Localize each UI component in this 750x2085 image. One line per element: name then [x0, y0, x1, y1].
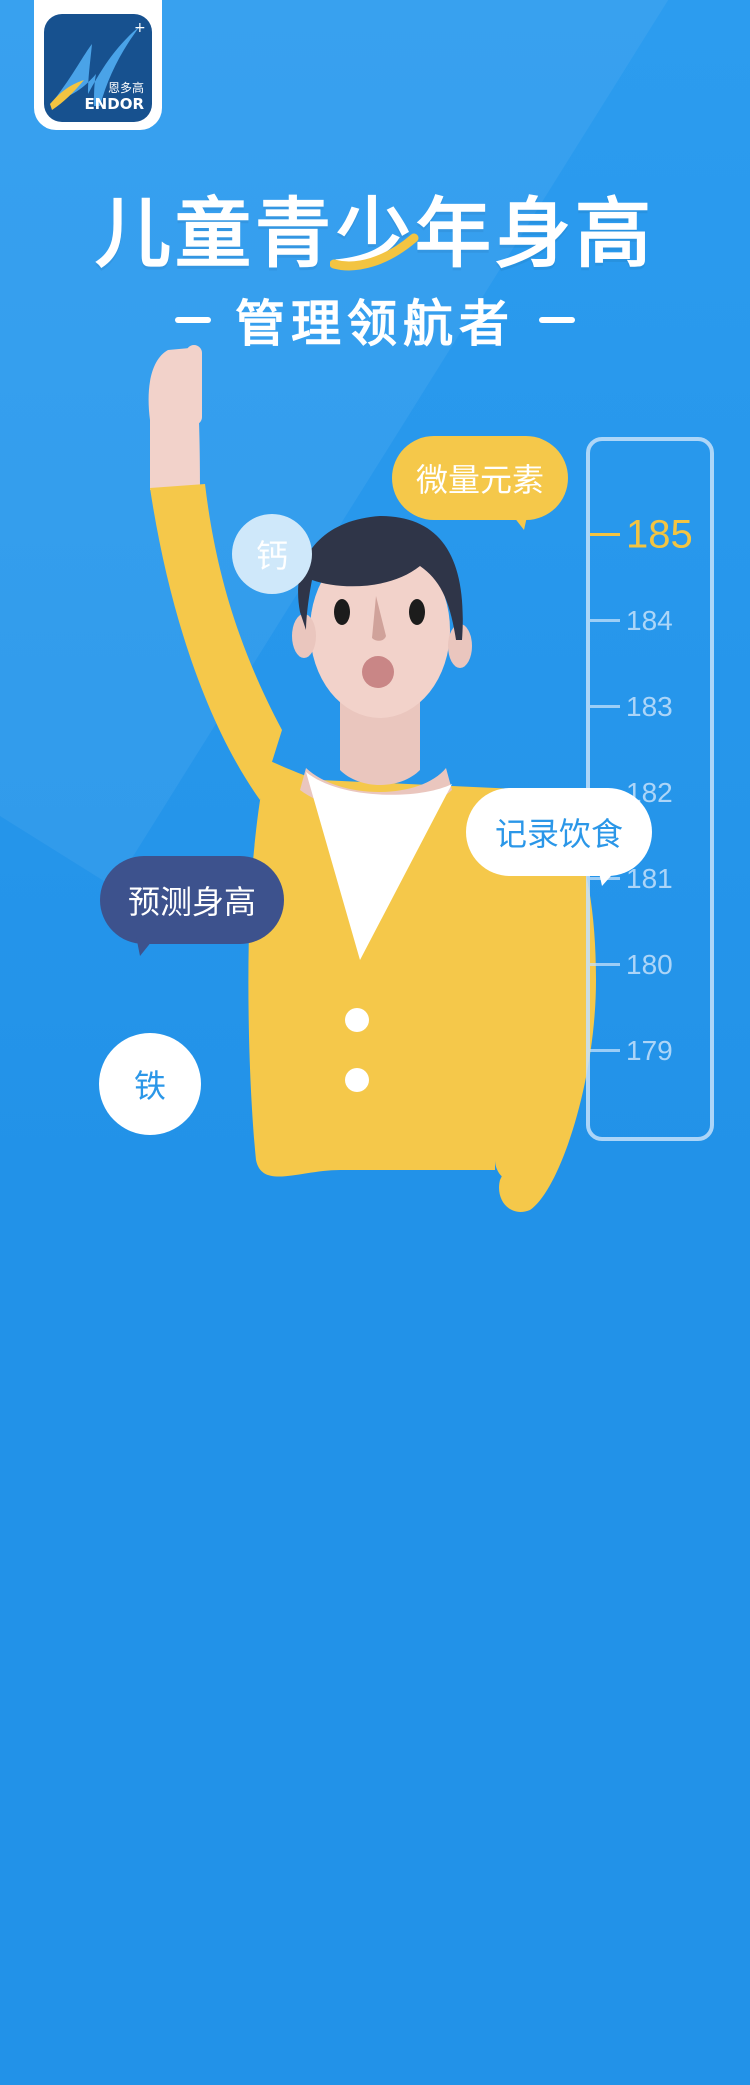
button-top — [345, 1008, 369, 1032]
eye-right — [409, 599, 425, 625]
mouth — [362, 656, 394, 688]
ruler-label-185: 185 — [626, 512, 693, 557]
bubble-predict-height-tail — [136, 936, 156, 956]
bubble-calcium-label: 钙 — [255, 537, 288, 575]
eye-left — [334, 599, 350, 625]
bubble-record-diet-tail — [598, 868, 618, 886]
bubble-calcium[interactable]: 钙 — [232, 514, 312, 594]
ruler-label-184: 184 — [626, 605, 673, 636]
ruler-tick-180 — [590, 963, 620, 966]
bubble-iron-label: 铁 — [133, 1067, 166, 1105]
bubble-predict-height[interactable]: 预测身高 — [100, 856, 284, 944]
bubble-record-diet-label: 记录饮食 — [494, 815, 623, 853]
ruler-label-180: 180 — [626, 949, 673, 980]
bubble-record-diet[interactable]: 记录饮食 — [466, 788, 652, 876]
bubble-predict-height-label: 预测身高 — [127, 883, 256, 921]
bubble-iron[interactable]: 铁 — [99, 1033, 201, 1135]
ruler-tick-183 — [590, 705, 620, 708]
ruler-label-179: 179 — [626, 1035, 673, 1066]
button-bottom — [345, 1068, 369, 1092]
ruler-tick-179 — [590, 1049, 620, 1052]
bubble-trace-elements-tail — [510, 512, 528, 530]
ruler-label-183: 183 — [626, 691, 673, 722]
bubble-trace-elements-label: 微量元素 — [415, 461, 544, 499]
ruler-tick-184 — [590, 619, 620, 622]
bubble-trace-elements[interactable]: 微量元素 — [392, 436, 568, 520]
ruler-tick-185 — [590, 533, 620, 536]
